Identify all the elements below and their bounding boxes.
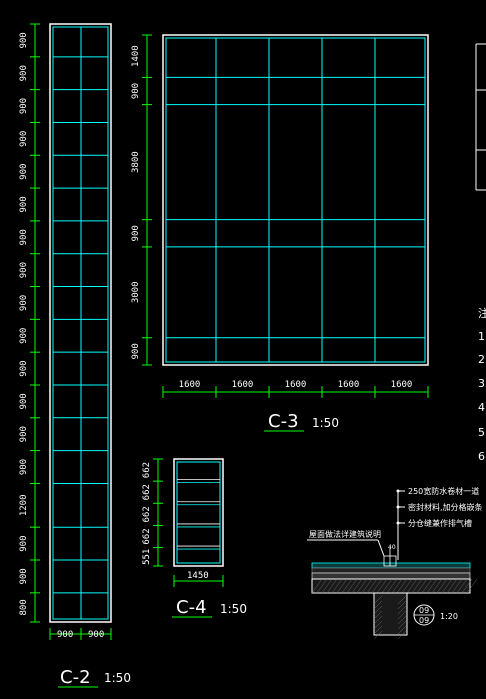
right-edge-label-6: 6 bbox=[478, 450, 485, 463]
detail-leader-dot bbox=[396, 521, 400, 525]
c4-bottom-dim: 1450 bbox=[187, 571, 209, 581]
c3-side-dim-label: 900 bbox=[131, 225, 141, 241]
c2-bottom-dim-1: 900 bbox=[57, 630, 73, 640]
detail-layer-mid bbox=[311, 567, 471, 574]
c2-side-dim-label: 900 bbox=[19, 295, 29, 311]
right-edge-label-3: 3 bbox=[478, 377, 485, 390]
c3-scale: 1:50 bbox=[312, 416, 339, 430]
c3-bottom-dim: 1600 bbox=[391, 380, 413, 390]
c4-side-dim-label: 662 bbox=[142, 484, 152, 500]
c3-grid bbox=[166, 38, 425, 362]
c2-side-dim-label: 900 bbox=[19, 360, 29, 376]
c4-side-dim-label: 662 bbox=[142, 462, 152, 478]
c4-scale: 1:50 bbox=[220, 602, 247, 616]
c4-frame bbox=[173, 458, 224, 567]
right-edge-label-0: 注 bbox=[478, 306, 486, 320]
c2-side-dim-label: 900 bbox=[19, 229, 29, 245]
detail-note-2: 密封材料,加分格嵌条 bbox=[408, 502, 483, 512]
right-edge-notes: 注 1 2 3 4 5 6 bbox=[475, 43, 486, 463]
c2-side-dim-label: 900 bbox=[19, 65, 29, 81]
detail-leader-dot bbox=[396, 505, 400, 509]
c4-side-dimensions: 662 662 662 662 551 bbox=[142, 458, 163, 567]
c2-side-dim-label: 900 bbox=[19, 262, 29, 278]
detail-note-3: 分仓缝兼作排气槽 bbox=[408, 518, 472, 528]
c2-side-dim-label: 800 bbox=[19, 599, 29, 615]
c3-side-dimensions: 1400 900 3800 900 3000 900 bbox=[131, 34, 152, 366]
c2-side-dim-label: 900 bbox=[19, 164, 29, 180]
c3-side-dim-label: 900 bbox=[131, 83, 141, 99]
cad-drawing-canvas: 900 900 900 900 900 900 900 900 900 900 900 900 900 9… bbox=[19, 23, 486, 688]
detail-layer-top bbox=[311, 562, 471, 569]
c2-side-dim-label: 900 bbox=[19, 328, 29, 344]
c3-inner-frame bbox=[165, 37, 426, 363]
roof-detail: 250宽防水卷材一道 密封材料,加分格嵌条 分仓缝兼作排气槽 屋面做法详建筑说明… bbox=[307, 486, 483, 640]
c3-side-dim-label: 3000 bbox=[131, 281, 141, 303]
c3-frame bbox=[162, 34, 429, 366]
c3-bottom-dim: 1600 bbox=[179, 380, 201, 390]
right-edge-label-4: 4 bbox=[478, 401, 485, 414]
detail-note-1: 250宽防水卷材一道 bbox=[408, 486, 479, 496]
c4-side-dim-label: 662 bbox=[142, 528, 152, 544]
c2-side-dim-label: 900 bbox=[19, 32, 29, 48]
c2-bottom-dim-2: 900 bbox=[88, 630, 104, 640]
c2-side-dimensions: 900 900 900 900 900 900 900 900 900 900 900 900 900 9… bbox=[19, 23, 40, 623]
c2-side-dim-label: 900 bbox=[19, 426, 29, 442]
c2-side-dim-label: 900 bbox=[19, 393, 29, 409]
c2-side-dim-label: 900 bbox=[19, 459, 29, 475]
elevation-c2: 900 900 900 900 900 900 900 900 900 900 900 900 900 9… bbox=[19, 23, 131, 688]
right-edge-label-1: 1 bbox=[478, 330, 485, 343]
detail-left-note: 屋面做法详建筑说明 bbox=[309, 529, 381, 539]
c3-bottom-dimensions: 1600 1600 1600 1600 1600 bbox=[162, 380, 429, 398]
detail-small-label: 40 bbox=[388, 544, 396, 551]
c2-side-dim-label: 900 bbox=[19, 568, 29, 584]
detail-callout-top: 09 bbox=[419, 606, 429, 615]
c3-title: C-3 bbox=[268, 411, 299, 432]
c2-side-dim-label: 900 bbox=[19, 196, 29, 212]
c3-bottom-dim: 1600 bbox=[338, 380, 360, 390]
detail-leader-dot bbox=[396, 489, 400, 493]
right-edge-label-5: 5 bbox=[478, 426, 485, 439]
c4-transoms bbox=[177, 479, 220, 550]
elevation-c4: 662 662 662 662 551 1450 C-4 1:50 bbox=[142, 458, 247, 618]
c2-scale: 1:50 bbox=[104, 671, 131, 685]
c4-inner-frame bbox=[176, 461, 221, 564]
detail-callout-bottom: 09 bbox=[419, 616, 429, 625]
detail-scale: 1:20 bbox=[440, 612, 458, 621]
detail-left-note-leader bbox=[377, 539, 385, 557]
detail-layer-screed bbox=[311, 572, 471, 580]
c2-title: C-2 bbox=[60, 667, 91, 688]
right-edge-label-2: 2 bbox=[478, 353, 485, 366]
c3-bottom-dim: 1600 bbox=[285, 380, 307, 390]
c3-bottom-dim: 1600 bbox=[232, 380, 254, 390]
c3-side-dim-label: 3800 bbox=[131, 151, 141, 173]
c4-title: C-4 bbox=[176, 597, 207, 618]
c2-side-dim-label: 900 bbox=[19, 535, 29, 551]
c3-side-dim-label: 1400 bbox=[131, 45, 141, 67]
c2-side-dim-label: 1200 bbox=[19, 494, 29, 516]
c2-side-dim-label: 900 bbox=[19, 98, 29, 114]
c2-side-dim-label: 900 bbox=[19, 131, 29, 147]
c4-side-dim-label: 662 bbox=[142, 506, 152, 522]
c3-side-dim-label: 900 bbox=[131, 343, 141, 359]
elevation-c3: 140090038009003000900 1600 1600 1600 1600 16… bbox=[131, 34, 429, 432]
c4-side-dim-label: 551 bbox=[142, 549, 152, 565]
